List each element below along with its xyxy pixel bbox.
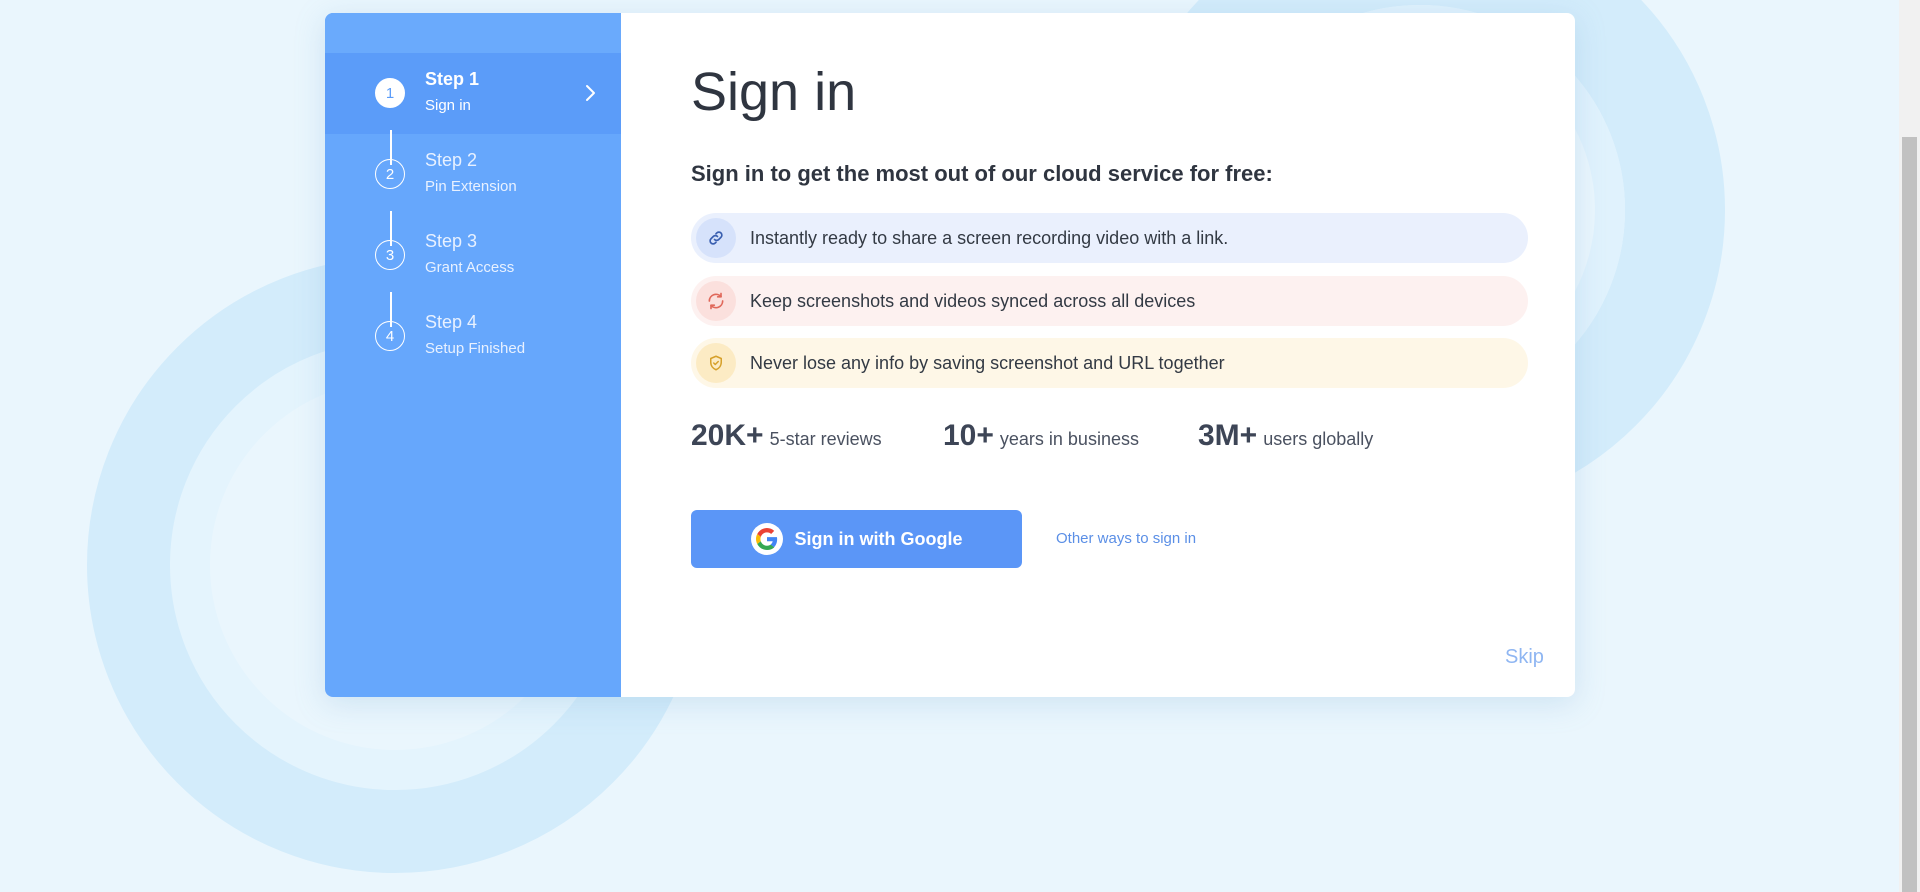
chevron-right-icon — [586, 85, 595, 101]
stat-reviews: 20K+ 5-star reviews — [691, 419, 882, 453]
step-title: Step 4 — [425, 312, 478, 332]
feature-save-url: Never lose any info by saving screenshot… — [691, 338, 1528, 388]
page-title: Sign in — [691, 62, 857, 122]
step-number-badge: 1 — [375, 78, 405, 108]
step-number-badge: 2 — [375, 159, 405, 189]
stat-users: 3M+ users globally — [1198, 419, 1373, 453]
stat-years: 10+ years in business — [943, 419, 1139, 453]
step-title: Step 3 — [425, 231, 478, 251]
google-logo-icon — [750, 523, 783, 555]
page-scrollbar[interactable] — [1899, 0, 1920, 892]
sign-in-with-google-button[interactable]: Sign in with Google — [691, 510, 1022, 568]
stat-value: 10+ — [943, 419, 994, 452]
step-4-setup-finished[interactable]: 4 Step 4 Setup Finished — [325, 296, 621, 377]
stat-value: 3M+ — [1198, 419, 1258, 452]
step-2-pin-extension[interactable]: 2 Step 2 Pin Extension — [325, 134, 621, 215]
sign-in-panel: Sign in Sign in to get the most out of o… — [621, 13, 1575, 697]
google-button-label: Sign in with Google — [794, 528, 963, 549]
steps-sidebar: 1 Step 1 Sign in 2 Step 2 Pin Extension … — [325, 13, 621, 697]
stat-value: 20K+ — [691, 419, 764, 452]
feature-share-link: Instantly ready to share a screen record… — [691, 213, 1528, 263]
scrollbar-thumb[interactable] — [1902, 137, 1917, 892]
step-3-grant-access[interactable]: 3 Step 3 Grant Access — [325, 215, 621, 296]
stat-label: 5-star reviews — [769, 429, 882, 449]
feature-sync: Keep screenshots and videos synced acros… — [691, 276, 1528, 326]
step-1-sign-in[interactable]: 1 Step 1 Sign in — [325, 53, 621, 134]
feature-text: Instantly ready to share a screen record… — [750, 227, 1229, 248]
stat-label: years in business — [999, 429, 1139, 449]
feature-text: Never lose any info by saving screenshot… — [750, 352, 1225, 373]
step-number-badge: 4 — [375, 321, 405, 351]
link-icon — [696, 218, 736, 258]
step-title: Step 1 — [425, 69, 480, 89]
step-subtitle: Grant Access — [425, 259, 515, 276]
skip-link[interactable]: Skip — [1505, 646, 1544, 669]
step-subtitle: Pin Extension — [425, 178, 517, 195]
step-subtitle: Setup Finished — [425, 340, 526, 357]
step-subtitle: Sign in — [425, 97, 471, 114]
step-title: Step 2 — [425, 150, 478, 170]
shield-check-icon — [696, 343, 736, 383]
other-ways-to-sign-in-link[interactable]: Other ways to sign in — [1056, 530, 1196, 547]
sidebar-top-band — [325, 13, 621, 53]
stat-label: users globally — [1263, 429, 1374, 449]
onboarding-card: 1 Step 1 Sign in 2 Step 2 Pin Extension … — [325, 13, 1575, 697]
feature-text: Keep screenshots and videos synced acros… — [750, 290, 1196, 311]
step-number-badge: 3 — [375, 240, 405, 270]
page-subtitle: Sign in to get the most out of our cloud… — [691, 161, 1273, 186]
sync-icon — [696, 281, 736, 321]
